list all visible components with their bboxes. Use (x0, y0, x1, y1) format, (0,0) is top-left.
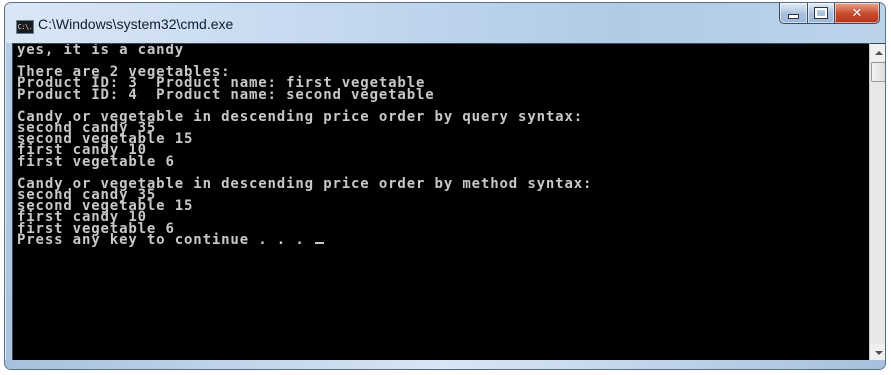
console-line: yes, it is a candy (17, 43, 185, 58)
maximize-icon (814, 7, 828, 19)
close-icon: ✕ (851, 5, 863, 21)
maximize-button[interactable] (808, 3, 835, 24)
minimize-icon (788, 14, 799, 19)
vertical-scrollbar[interactable] (869, 43, 885, 362)
window-title: C:\Windows\system32\cmd.exe (38, 16, 234, 32)
scroll-up-button[interactable] (870, 44, 885, 61)
arrow-up-icon (874, 50, 883, 55)
window-bottom-border (5, 360, 885, 369)
console-line: Product ID: 4 Product name: second veget… (17, 86, 435, 103)
caption-buttons: ✕ (779, 3, 880, 25)
console-window: C:\. C:\Windows\system32\cmd.exe ✕ yes, … (4, 2, 886, 370)
scrollbar-thumb[interactable] (871, 62, 885, 82)
close-button[interactable]: ✕ (835, 3, 880, 24)
text-cursor (314, 241, 324, 244)
console-line: Press any key to continue . . . (17, 231, 314, 248)
console-output-area[interactable]: yes, it is a candy There are 2 vegetable… (12, 43, 871, 362)
title-bar[interactable]: C:\. C:\Windows\system32\cmd.exe ✕ (5, 3, 885, 43)
console-line: first vegetable 6 (17, 153, 175, 170)
cmd-console-icon[interactable]: C:\. (16, 20, 34, 34)
minimize-button[interactable] (779, 3, 808, 24)
console-output-text: yes, it is a candy There are 2 vegetable… (17, 43, 592, 248)
scroll-down-button[interactable] (870, 344, 885, 361)
arrow-down-icon (874, 350, 883, 355)
